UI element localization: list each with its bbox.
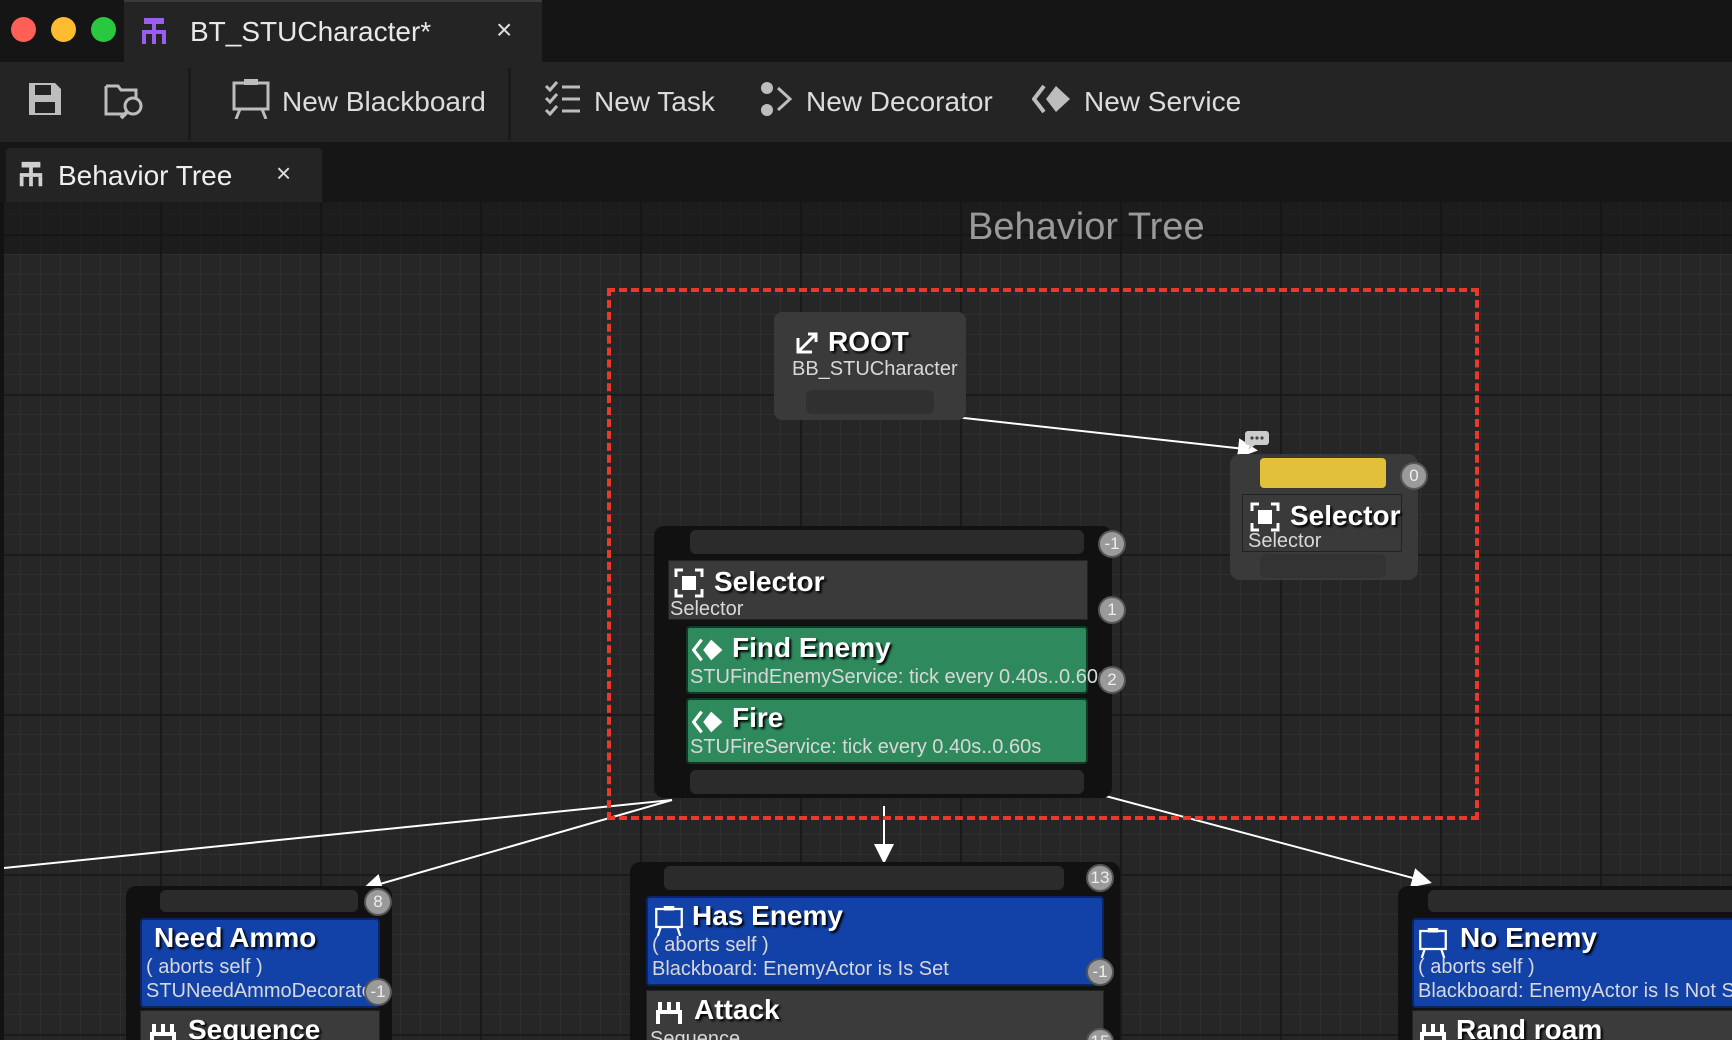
save-icon — [26, 80, 76, 125]
behavior-tree-tab[interactable]: Behavior Tree × — [6, 148, 322, 202]
need-ammo-node[interactable]: 8 Need Ammo ( aborts self ) STUNeedAmmoD… — [126, 886, 392, 1040]
behavior-tree-tab-close-button[interactable]: × — [276, 158, 291, 189]
behavior-tree-tab-label: Behavior Tree — [58, 160, 233, 191]
decorator-need-ammo-abort: ( aborts self ) — [146, 956, 263, 978]
has-enemy-node[interactable]: 13 Has Enemy ( aborts self ) Blackboard:… — [630, 862, 1120, 1040]
service-icon — [691, 638, 724, 667]
selector-main-input-pin[interactable] — [690, 530, 1084, 554]
decorator-has-enemy-badge: -1 — [1086, 958, 1114, 986]
selector-node-main[interactable]: -1 Selector Selector 1 Find Enemy STUFin… — [654, 526, 1126, 798]
no-enemy-input-pin[interactable] — [1428, 890, 1732, 912]
selector-main-subtitle: Selector — [670, 598, 744, 620]
task-icon — [544, 80, 594, 125]
decorator-has-enemy-abort: ( aborts self ) — [652, 934, 769, 956]
new-task-label: New Task — [594, 86, 715, 117]
root-node-title: ROOT — [828, 326, 909, 357]
panel-tab-strip: Behavior Tree × — [0, 142, 1732, 202]
new-blackboard-button[interactable]: New Blackboard — [232, 62, 486, 142]
decorator-has-enemy-desc: Blackboard: EnemyActor is Is Set — [652, 958, 949, 980]
root-node[interactable]: ROOT BB_STUCharacter — [774, 312, 966, 420]
service-find-enemy-subtitle: STUFindEnemyService: tick every 0.40s..0… — [690, 666, 1108, 688]
toolbar-separator — [508, 68, 511, 140]
decorator-no-enemy-abort: ( aborts self ) — [1418, 956, 1535, 978]
decorator-need-ammo-title: Need Ammo — [154, 922, 317, 953]
need-ammo-input-pin[interactable] — [160, 890, 358, 912]
comment-icon[interactable] — [1244, 430, 1270, 455]
toolbar: New Blackboard New Task New Decorator Ne… — [0, 62, 1732, 142]
attack-node-subtitle: Sequence — [650, 1028, 741, 1040]
decorator-no-enemy-title: No Enemy — [1460, 922, 1597, 953]
decorator-need-ammo-desc: STUNeedAmmoDecorator — [146, 980, 380, 1002]
decorator-need-ammo-badge: -1 — [364, 978, 392, 1006]
selector-main-title: Selector — [714, 566, 825, 597]
maximize-window-button[interactable] — [91, 17, 116, 42]
selector-top-input-pin[interactable] — [1260, 458, 1386, 488]
tree-icon — [16, 160, 46, 195]
selector-main-index-badge: 1 — [1098, 596, 1126, 624]
minimize-window-button[interactable] — [51, 17, 76, 42]
blackboard-icon — [232, 78, 282, 126]
document-tab-close-button[interactable]: × — [496, 14, 512, 46]
sequence-icon — [1418, 1022, 1448, 1040]
service-fire-subtitle: STUFireService: tick every 0.40s..0.60s — [690, 736, 1042, 758]
selector-main-output-pin[interactable] — [690, 770, 1084, 794]
service-icon — [1031, 84, 1084, 121]
selector-top-output-pin[interactable] — [1260, 554, 1386, 578]
need-ammo-index-badge: 8 — [364, 888, 392, 916]
new-task-button[interactable]: New Task — [544, 62, 715, 142]
selector-top-subtitle: Selector — [1248, 530, 1322, 552]
service-find-enemy-title: Find Enemy — [732, 632, 891, 663]
selector-top-index-badge: 0 — [1400, 462, 1428, 490]
root-node-subtitle: BB_STUCharacter — [792, 358, 958, 380]
has-enemy-index-badge: 13 — [1086, 864, 1114, 892]
browse-icon — [104, 78, 158, 127]
new-service-button[interactable]: New Service — [1031, 62, 1242, 142]
rand-roam-node-title: Rand roam — [1456, 1014, 1603, 1040]
sequence-icon — [654, 1000, 684, 1029]
close-window-button[interactable] — [11, 17, 36, 42]
root-icon — [794, 330, 820, 361]
new-service-label: New Service — [1084, 86, 1242, 117]
wire-offscreen-left — [4, 799, 673, 869]
selector-top-title: Selector — [1290, 500, 1401, 531]
decorator-no-enemy-desc: Blackboard: EnemyActor is Is Not Set — [1418, 980, 1732, 1002]
document-tab[interactable]: BT_STUCharacter* × — [124, 0, 542, 62]
document-tab-title: BT_STUCharacter* — [190, 16, 432, 47]
sequence-icon — [148, 1022, 178, 1040]
service-fire-title: Fire — [732, 702, 784, 733]
browse-button[interactable] — [104, 62, 158, 142]
selector-main-decorator-badge: -1 — [1098, 530, 1126, 558]
has-enemy-input-pin[interactable] — [664, 866, 1064, 890]
root-output-pin[interactable] — [806, 390, 934, 414]
service-icon — [691, 710, 724, 739]
save-button[interactable] — [26, 62, 76, 142]
decorator-has-enemy-title: Has Enemy — [692, 900, 843, 931]
behavior-tree-graph[interactable]: Behavior Tree ROOT BB_STUCharacter 0 Sel… — [4, 202, 1732, 1040]
sequence-node-title: Sequence — [188, 1014, 321, 1040]
tree-icon — [138, 16, 170, 53]
new-decorator-label: New Decorator — [806, 86, 993, 117]
toolbar-separator — [188, 68, 191, 140]
title-bar: BT_STUCharacter* × — [0, 0, 1732, 62]
attack-node-title: Attack — [694, 994, 780, 1025]
decorator-icon — [760, 80, 806, 125]
new-decorator-button[interactable]: New Decorator — [760, 62, 993, 142]
service-find-enemy-index-badge: 2 — [1098, 666, 1126, 694]
selector-node-top[interactable]: 0 Selector Selector — [1230, 454, 1428, 580]
new-blackboard-label: New Blackboard — [282, 86, 486, 117]
no-enemy-node[interactable]: No Enemy ( aborts self ) Blackboard: Ene… — [1398, 886, 1732, 1040]
